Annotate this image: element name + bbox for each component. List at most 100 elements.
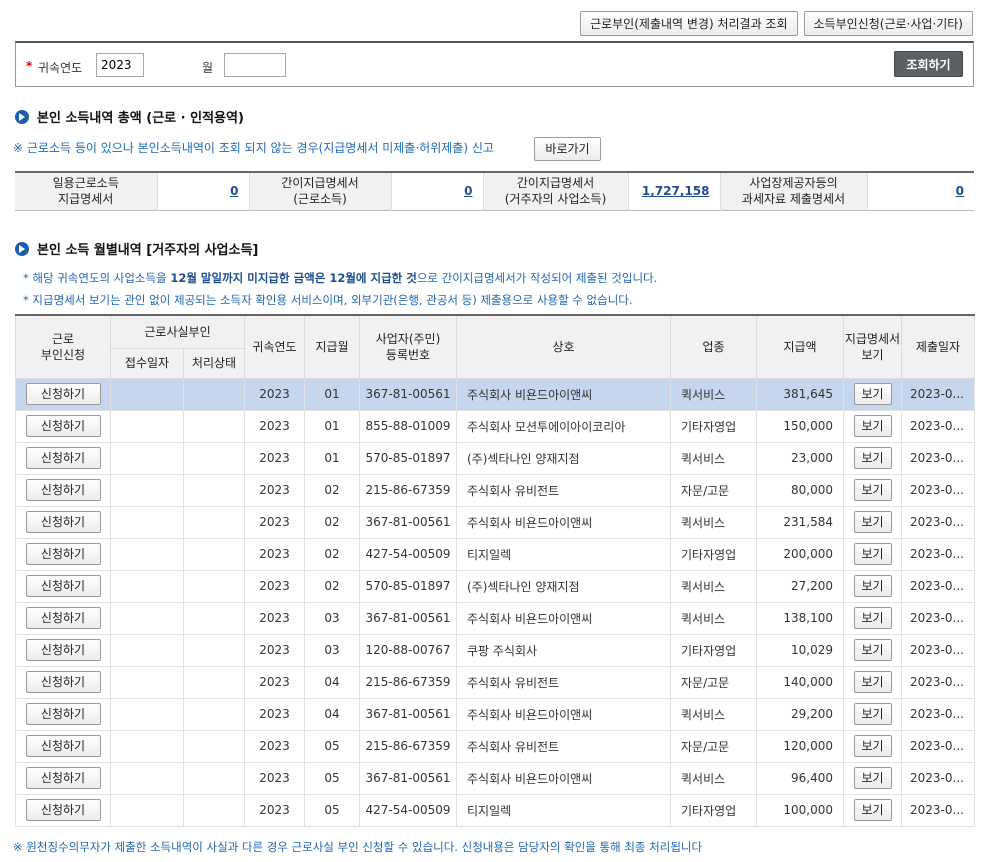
view-statement-button[interactable]: 보기 — [853, 639, 892, 661]
company-cell: (주)섹타나인 양재지점 — [456, 441, 671, 475]
summary-link-simple-business[interactable]: 1,727,158 — [642, 184, 710, 198]
table-row[interactable]: 신청하기 2023 01 570-85-01897 (주)섹타나인 양재지점 퀵서비스 23… — [15, 441, 975, 475]
summary-label-text: 일용근로소득 지급명세서 — [52, 176, 119, 207]
month-cell: 01 — [304, 409, 360, 443]
section-title-total-text: 본인 소득내역 총액 (근로 · 인적용역) — [37, 111, 244, 126]
apply-button[interactable]: 신청하기 — [25, 767, 101, 789]
bizno-cell: 367-81-00561 — [359, 697, 457, 731]
received-date-cell — [110, 409, 184, 443]
year-cell: 2023 — [244, 729, 305, 763]
apply-button[interactable]: 신청하기 — [25, 511, 101, 533]
month-cell: 02 — [304, 537, 360, 571]
apply-cell: 신청하기 — [15, 377, 111, 411]
month-cell: 02 — [304, 505, 360, 539]
submitted-date-cell: 2023-0... — [901, 441, 975, 475]
view-statement-button[interactable]: 보기 — [853, 543, 892, 565]
amount-cell: 231,584 — [756, 505, 844, 539]
view-statement-button[interactable]: 보기 — [853, 447, 892, 469]
month-input[interactable] — [224, 53, 286, 77]
year-cell: 2023 — [244, 665, 305, 699]
received-date-cell — [110, 729, 184, 763]
year-input[interactable] — [96, 53, 144, 77]
month-cell: 02 — [304, 569, 360, 603]
table-row[interactable]: 신청하기 2023 02 427-54-00509 티지일렉 기타자영업 200,000 보기… — [15, 537, 975, 571]
company-cell: 주식회사 비욘드아이앤씨 — [456, 761, 671, 795]
view-statement-button[interactable]: 보기 — [853, 479, 892, 501]
view-statement-button[interactable]: 보기 — [853, 735, 892, 757]
company-cell: (주)섹타나인 양재지점 — [456, 569, 671, 603]
summary-link-workplace[interactable]: 0 — [956, 184, 964, 198]
submitted-date-cell: 2023-0... — [901, 537, 975, 571]
header-industry: 업종 — [670, 314, 757, 379]
goto-report-button[interactable]: 바로가기 — [534, 137, 601, 161]
table-row[interactable]: 신청하기 2023 01 855-88-01009 주식회사 모션투에이아이코리아 기타자… — [15, 409, 975, 443]
industry-cell: 퀵서비스 — [670, 441, 757, 475]
table-row[interactable]: 신청하기 2023 04 367-81-00561 주식회사 비욘드아이앤씨 퀵서비스 29… — [15, 697, 975, 731]
apply-cell: 신청하기 — [15, 569, 111, 603]
apply-button[interactable]: 신청하기 — [25, 415, 101, 437]
apply-button[interactable]: 신청하기 — [25, 639, 101, 661]
submitted-date-cell: 2023-0... — [901, 601, 975, 635]
table-row[interactable]: 신청하기 2023 05 427-54-00509 티지일렉 기타자영업 100,000 보기… — [15, 793, 975, 827]
bizno-cell: 215-86-67359 — [359, 665, 457, 699]
apply-button[interactable]: 신청하기 — [25, 671, 101, 693]
view-statement-button[interactable]: 보기 — [853, 671, 892, 693]
apply-button[interactable]: 신청하기 — [25, 447, 101, 469]
summary-link-simple-earned[interactable]: 0 — [464, 184, 472, 198]
amount-cell: 23,000 — [756, 441, 844, 475]
submitted-date-cell: 2023-0... — [901, 505, 975, 539]
apply-button[interactable]: 신청하기 — [25, 799, 101, 821]
table-row[interactable]: 신청하기 2023 05 215-86-67359 주식회사 유비전트 자문/고문 120,… — [15, 729, 975, 763]
summary-link-daily[interactable]: 0 — [230, 184, 238, 198]
income-denial-apply-button[interactable]: 소득부인신청(근로·사업·기타) — [803, 11, 973, 36]
table-row[interactable]: 신청하기 2023 02 215-86-67359 주식회사 유비전트 자문/고문 80,0… — [15, 473, 975, 507]
bizno-cell: 367-81-00561 — [359, 761, 457, 795]
amount-cell: 140,000 — [756, 665, 844, 699]
submitted-date-cell: 2023-0... — [901, 665, 975, 699]
industry-cell: 자문/고문 — [670, 665, 757, 699]
apply-button[interactable]: 신청하기 — [25, 575, 101, 597]
table-row[interactable]: 신청하기 2023 03 120-88-00767 쿠팡 주식회사 기타자영업 10,029… — [15, 633, 975, 667]
apply-button[interactable]: 신청하기 — [25, 543, 101, 565]
industry-cell: 자문/고문 — [670, 729, 757, 763]
search-button[interactable]: 조회하기 — [894, 51, 963, 77]
apply-button[interactable]: 신청하기 — [25, 479, 101, 501]
summary-value-workplace: 0 — [866, 172, 974, 210]
industry-cell: 퀵서비스 — [670, 377, 757, 411]
arrow-circle-icon — [15, 109, 29, 124]
view-statement-button[interactable]: 보기 — [853, 415, 892, 437]
view-statement-button[interactable]: 보기 — [853, 511, 892, 533]
view-statement-button[interactable]: 보기 — [853, 799, 892, 821]
header-month: 지급월 — [304, 314, 360, 379]
bottom-notice: ※ 원천징수의무자가 제출한 소득내역이 사실과 다른 경우 근로사실 부인 신… — [13, 840, 703, 854]
apply-button[interactable]: 신청하기 — [25, 607, 101, 629]
view-statement-button[interactable]: 보기 — [853, 607, 892, 629]
table-row[interactable]: 신청하기 2023 02 570-85-01897 (주)섹타나인 양재지점 퀵서비스 27… — [15, 569, 975, 603]
change-result-inquiry-button[interactable]: 근로부인(제출내역 변경) 처리결과 조회 — [580, 11, 798, 36]
header-fact-denial: 근로사실부인 — [110, 314, 245, 349]
apply-button[interactable]: 신청하기 — [25, 383, 101, 405]
table-row[interactable]: 신청하기 2023 03 367-81-00561 주식회사 비욘드아이앤씨 퀵서비스 13… — [15, 601, 975, 635]
apply-button[interactable]: 신청하기 — [25, 703, 101, 725]
summary-label-workplace: 사업장제공자등의 과세자료 제출명세서 — [719, 172, 867, 210]
view-statement-button[interactable]: 보기 — [853, 767, 892, 789]
table-row[interactable]: 신청하기 2023 01 367-81-00561 주식회사 비욘드아이앤씨 퀵서비스 38… — [15, 377, 975, 411]
industry-cell: 퀵서비스 — [670, 601, 757, 635]
amount-cell: 120,000 — [756, 729, 844, 763]
view-cell: 보기 — [843, 697, 902, 731]
table-row[interactable]: 신청하기 2023 02 367-81-00561 주식회사 비욘드아이앤씨 퀵서비스 23… — [15, 505, 975, 539]
apply-cell: 신청하기 — [15, 537, 111, 571]
received-date-cell — [110, 569, 184, 603]
view-statement-button[interactable]: 보기 — [853, 575, 892, 597]
status-cell — [183, 537, 245, 571]
apply-cell: 신청하기 — [15, 601, 111, 635]
year-cell: 2023 — [244, 409, 305, 443]
company-cell: 주식회사 모션투에이아이코리아 — [456, 409, 671, 443]
view-statement-button[interactable]: 보기 — [853, 703, 892, 725]
view-statement-button[interactable]: 보기 — [853, 383, 892, 405]
year-label: 귀속연도 — [38, 61, 83, 75]
apply-cell: 신청하기 — [15, 665, 111, 699]
table-row[interactable]: 신청하기 2023 04 215-86-67359 주식회사 유비전트 자문/고문 140,… — [15, 665, 975, 699]
apply-button[interactable]: 신청하기 — [25, 735, 101, 757]
table-row[interactable]: 신청하기 2023 05 367-81-00561 주식회사 비욘드아이앤씨 퀵서비스 96… — [15, 761, 975, 795]
